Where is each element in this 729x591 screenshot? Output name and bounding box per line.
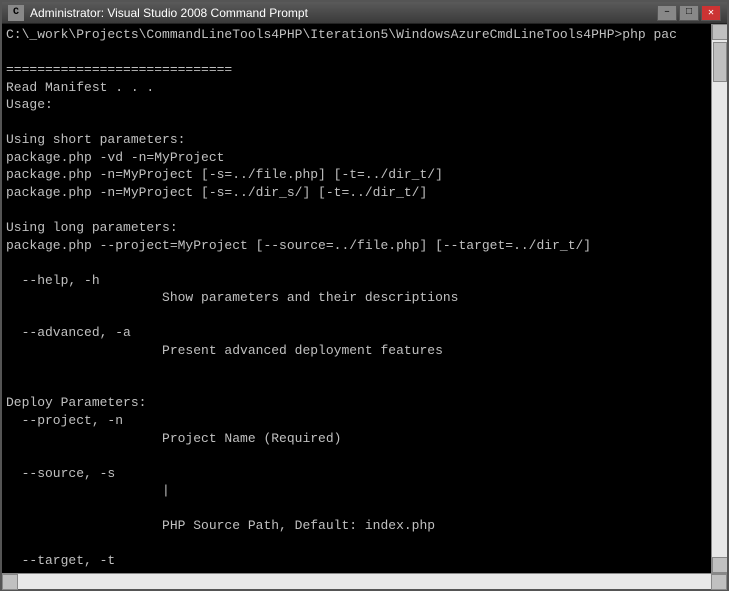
terminal-output: C:\_work\Projects\CommandLineTools4PHP\I…: [2, 24, 711, 573]
vertical-scrollbar[interactable]: ▲ ▼: [711, 24, 727, 573]
scroll-thumb-vertical[interactable]: [713, 42, 727, 82]
terminal-area[interactable]: C:\_work\Projects\CommandLineTools4PHP\I…: [2, 24, 711, 573]
scroll-track-horizontal[interactable]: [18, 574, 711, 589]
main-window: C Administrator: Visual Studio 2008 Comm…: [0, 0, 729, 591]
window-icon: C: [8, 5, 24, 21]
scroll-left-arrow[interactable]: ◄: [2, 574, 18, 590]
maximize-button[interactable]: □: [679, 5, 699, 21]
window-content: C:\_work\Projects\CommandLineTools4PHP\I…: [2, 24, 727, 573]
window-title: Administrator: Visual Studio 2008 Comman…: [30, 6, 657, 20]
scroll-track-vertical[interactable]: [712, 40, 727, 557]
horizontal-scrollbar[interactable]: ◄ ►: [2, 573, 727, 589]
minimize-button[interactable]: –: [657, 5, 677, 21]
title-bar-buttons: – □ ✕: [657, 5, 721, 21]
scroll-right-arrow[interactable]: ►: [711, 574, 727, 590]
close-button[interactable]: ✕: [701, 5, 721, 21]
scroll-up-arrow[interactable]: ▲: [712, 24, 728, 40]
title-bar: C Administrator: Visual Studio 2008 Comm…: [2, 2, 727, 24]
scroll-down-arrow[interactable]: ▼: [712, 557, 728, 573]
